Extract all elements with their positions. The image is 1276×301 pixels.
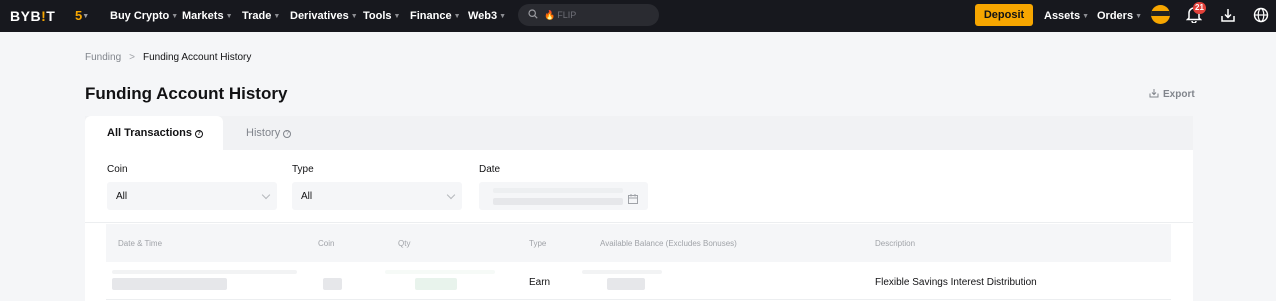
tab-label-text: All Transactions <box>107 127 192 139</box>
caret-down-icon: ▼ <box>225 13 233 20</box>
search-placeholder: FLIP <box>557 10 577 20</box>
redacted-qty <box>385 270 495 274</box>
coin-select-value: All <box>116 191 128 202</box>
caret-down-icon: ▼ <box>273 13 281 20</box>
nav-item-label: Buy Crypto <box>110 10 170 22</box>
type-filter-label: Type <box>292 164 314 175</box>
page-title: Funding Account History <box>85 84 288 103</box>
nav-finance[interactable]: Finance ▼ <box>410 10 461 22</box>
breadcrumb: Funding > Funding Account History <box>85 52 251 63</box>
fire-icon: 🔥 <box>544 9 556 20</box>
column-header-type: Type <box>529 239 547 248</box>
caret-down-icon: ▼ <box>82 13 90 21</box>
nav-orders[interactable]: Orders ▼ <box>1097 10 1142 22</box>
chevron-down-icon <box>446 190 456 200</box>
nav-item-label: Web3 <box>468 10 498 22</box>
type-select-value: All <box>301 191 313 202</box>
caret-down-icon: ▼ <box>393 13 401 20</box>
export-icon <box>1149 88 1159 101</box>
nav-item-label: Trade <box>242 10 272 22</box>
tab-label-text: History <box>246 127 281 139</box>
help-icon[interactable]: ? <box>283 130 292 138</box>
redacted-coin <box>323 278 342 290</box>
caret-down-icon: ▼ <box>350 13 358 20</box>
nav-item-label: Finance <box>410 10 452 22</box>
row-divider <box>106 299 1171 300</box>
search-icon <box>528 8 538 22</box>
row-description: Flexible Savings Interest Distribution <box>875 277 1037 288</box>
redacted-date-time <box>112 278 227 290</box>
coin-select[interactable]: All <box>107 182 277 210</box>
coin-filter-label: Coin <box>107 164 128 175</box>
tab-history[interactable]: History? <box>246 127 292 139</box>
nav-buy-crypto[interactable]: Buy Crypto ▼ <box>110 10 178 22</box>
redacted-date-end <box>493 198 623 205</box>
search-input[interactable]: 🔥 FLIP <box>518 4 659 26</box>
redacted-qty <box>415 278 457 290</box>
column-header-qty: Qty <box>398 239 411 248</box>
row-type: Earn <box>529 277 551 288</box>
download-icon[interactable] <box>1220 7 1236 23</box>
nav-assets[interactable]: Assets ▼ <box>1044 10 1089 22</box>
bybit-logo[interactable]: BYB!T <box>10 8 55 24</box>
help-icon[interactable]: ? <box>194 130 203 138</box>
calendar-icon[interactable] <box>628 191 638 209</box>
avatar-visor <box>1151 11 1170 16</box>
nav-item-label: Derivatives <box>290 10 349 22</box>
redacted-balance <box>582 270 662 274</box>
filter-divider <box>85 222 1193 223</box>
nav-item-label: Tools <box>363 10 392 22</box>
table-header: Date & Time Coin Qty Type Available Bala… <box>106 224 1171 262</box>
redacted-date-time <box>112 270 297 274</box>
breadcrumb-funding-link[interactable]: Funding <box>85 52 121 63</box>
nav-item-label: Markets <box>182 10 224 22</box>
nav-item-label: Assets <box>1044 10 1081 22</box>
globe-icon[interactable] <box>1253 7 1269 23</box>
caret-down-icon: ▼ <box>171 13 179 20</box>
nav-trade[interactable]: Trade ▼ <box>242 10 280 22</box>
nav-tools[interactable]: Tools ▼ <box>363 10 400 22</box>
column-header-coin: Coin <box>318 239 335 248</box>
chevron-down-icon <box>261 190 271 200</box>
type-select[interactable]: All <box>292 182 462 210</box>
redacted-date-start <box>493 188 623 193</box>
deposit-button[interactable]: Deposit <box>975 4 1033 26</box>
export-button[interactable]: Export <box>1149 88 1195 101</box>
notification-count-badge: 21 <box>1193 2 1206 14</box>
nav-derivatives[interactable]: Derivatives ▼ <box>290 10 358 22</box>
caret-down-icon: ▼ <box>1135 13 1143 20</box>
caret-down-icon: ▼ <box>1082 13 1090 20</box>
tab-all-transactions-label[interactable]: All Transactions? <box>107 127 203 139</box>
column-header-available-balance: Available Balance (Excludes Bonuses) <box>600 239 737 248</box>
avatar[interactable] <box>1151 5 1170 24</box>
export-label: Export <box>1163 89 1195 100</box>
history-card: All Transactions? History? Coin All Type… <box>85 116 1193 301</box>
caret-down-icon: ▼ <box>453 13 461 20</box>
nav-web3[interactable]: Web3 ▼ <box>468 10 506 22</box>
tab-bar: All Transactions? History? <box>85 116 1193 150</box>
column-header-date-time: Date & Time <box>118 239 163 248</box>
logo-text-pre: BYB <box>10 8 42 24</box>
breadcrumb-current: Funding Account History <box>142 52 252 63</box>
date-filter-label: Date <box>479 164 501 175</box>
redacted-balance <box>607 278 645 290</box>
nav-item-label: Orders <box>1097 10 1134 22</box>
fifth-anniversary-menu[interactable]: 5▼ <box>75 8 89 23</box>
top-navbar: BYB!T 5▼ Buy Crypto ▼ Markets ▼ Trade ▼ Der… <box>0 0 1276 32</box>
date-range-picker[interactable] <box>479 182 648 210</box>
caret-down-icon: ▼ <box>499 13 507 20</box>
nav-markets[interactable]: Markets ▼ <box>182 10 233 22</box>
logo-text-post: T <box>46 8 56 24</box>
breadcrumb-separator: > <box>129 52 135 63</box>
column-header-description: Description <box>875 239 916 248</box>
